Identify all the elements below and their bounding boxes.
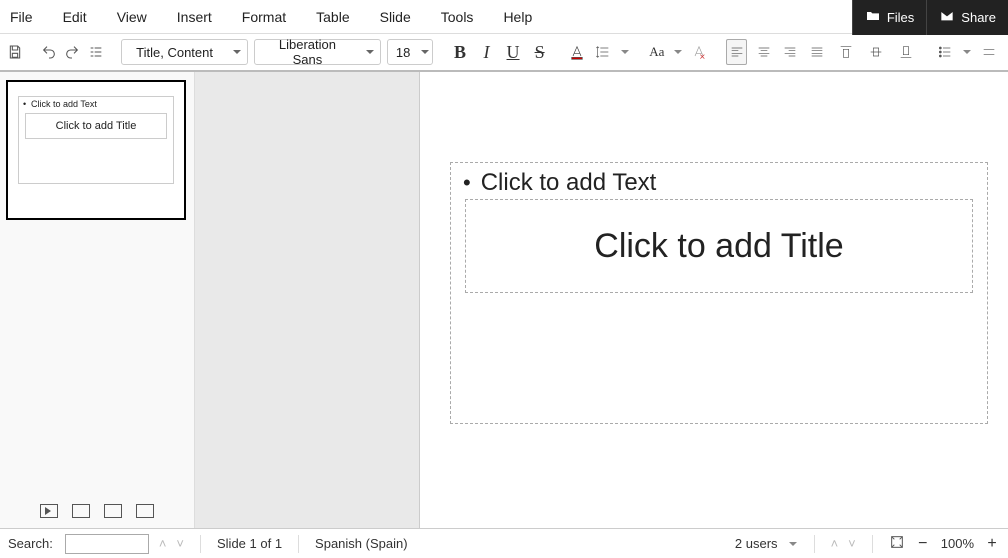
- font-name-label: Liberation Sans: [255, 37, 360, 67]
- thumbnail-content-box: • Click to add Text Click to add Title: [18, 96, 174, 184]
- chevron-down-icon[interactable]: [788, 539, 798, 549]
- menu-view[interactable]: View: [117, 9, 147, 25]
- status-separator: [298, 535, 299, 553]
- outline-view-icon[interactable]: [72, 504, 90, 518]
- toolbar-overflow-button[interactable]: [976, 39, 1002, 65]
- undo-icon[interactable]: [40, 41, 57, 63]
- status-separator: [872, 535, 873, 553]
- chevron-down-icon[interactable]: [673, 47, 683, 57]
- ruler-gutter: [195, 72, 420, 528]
- text-placeholder[interactable]: Click to add Text: [463, 169, 656, 197]
- menu-tools[interactable]: Tools: [441, 9, 474, 25]
- menu-file[interactable]: File: [10, 9, 33, 25]
- search-prev-icon[interactable]: ˄: [159, 536, 167, 551]
- chevron-down-icon: [360, 47, 380, 57]
- thumbnail-title-placeholder: Click to add Title: [25, 113, 167, 139]
- zoom-level-label[interactable]: 100%: [941, 536, 974, 551]
- toolbar-separator: [925, 40, 926, 64]
- share-button[interactable]: Share: [926, 0, 1008, 35]
- align-justify-button[interactable]: [807, 39, 828, 65]
- toolbar-separator: [558, 40, 559, 64]
- menu-edit[interactable]: Edit: [63, 9, 87, 25]
- search-next-icon[interactable]: ˅: [176, 536, 184, 551]
- save-icon[interactable]: [6, 41, 23, 63]
- prev-slide-icon[interactable]: ˄: [831, 536, 839, 551]
- zoom-out-button[interactable]: −: [915, 535, 931, 553]
- fit-page-icon[interactable]: [889, 534, 905, 553]
- toolbar-separator: [441, 40, 442, 64]
- slide-panel: • Click to add Text Click to add Title: [0, 72, 195, 528]
- font-name-combo[interactable]: Liberation Sans: [254, 39, 381, 65]
- menu-format[interactable]: Format: [242, 9, 286, 25]
- font-size-combo[interactable]: 18: [387, 39, 433, 65]
- chevron-down-icon: [227, 47, 247, 57]
- bold-button[interactable]: B: [450, 39, 471, 65]
- text-case-button[interactable]: Aa: [647, 39, 668, 65]
- font-color-button[interactable]: [567, 39, 588, 65]
- envelope-icon: [939, 8, 955, 27]
- toolbar-separator: [112, 40, 113, 64]
- zoom-in-button[interactable]: +: [984, 535, 1000, 553]
- language-label[interactable]: Spanish (Spain): [315, 536, 408, 551]
- vertical-align-bottom-button[interactable]: [893, 39, 919, 65]
- toolbar-separator: [31, 40, 32, 64]
- toolbar-separator: [638, 40, 639, 64]
- main-area: • Click to add Text Click to add Title C…: [0, 72, 1008, 528]
- chevron-down-icon[interactable]: [962, 47, 972, 57]
- search-label: Search:: [8, 536, 53, 551]
- status-separator: [200, 535, 201, 553]
- files-button[interactable]: Files: [852, 0, 926, 35]
- bullet-icon: •: [23, 99, 26, 109]
- slide-thumbnail-1[interactable]: • Click to add Text Click to add Title: [6, 80, 186, 220]
- layout-combo[interactable]: Title, Content: [121, 39, 248, 65]
- notes-view-icon[interactable]: [136, 504, 154, 518]
- files-button-label: Files: [887, 10, 914, 25]
- toolbar-separator: [718, 40, 719, 64]
- vertical-align-top-button[interactable]: [833, 39, 859, 65]
- font-size-label: 18: [388, 45, 418, 60]
- toolbar: Title, Content Liberation Sans 18 B I U …: [0, 34, 1008, 72]
- strikethrough-button[interactable]: S: [529, 39, 550, 65]
- slide-canvas[interactable]: Click to add Text Click to add Title: [420, 72, 1008, 528]
- slide-count-label: Slide 1 of 1: [217, 536, 282, 551]
- users-label[interactable]: 2 users: [735, 536, 778, 551]
- redo-icon[interactable]: [64, 41, 81, 63]
- title-placeholder[interactable]: Click to add Title: [465, 199, 973, 293]
- align-left-button[interactable]: [726, 39, 747, 65]
- status-bar: Search: ˄ ˅ Slide 1 of 1 Spanish (Spain)…: [0, 528, 1008, 558]
- align-right-button[interactable]: [780, 39, 801, 65]
- chevron-down-icon: [418, 47, 432, 57]
- next-slide-icon[interactable]: ˅: [848, 536, 856, 551]
- vertical-align-middle-button[interactable]: [863, 39, 889, 65]
- clear-formatting-button[interactable]: [689, 39, 710, 65]
- align-center-button[interactable]: [753, 39, 774, 65]
- share-button-label: Share: [961, 10, 996, 25]
- layout-combo-label: Title, Content: [122, 45, 227, 60]
- status-right: 2 users ˄ ˅ − 100% +: [735, 534, 1000, 553]
- folder-icon: [865, 8, 881, 27]
- panel-view-switcher: [0, 504, 194, 518]
- italic-button[interactable]: I: [476, 39, 497, 65]
- menu-bar: File Edit View Insert Format Table Slide…: [0, 0, 1008, 34]
- line-spacing-button[interactable]: [593, 39, 614, 65]
- chevron-down-icon[interactable]: [620, 47, 630, 57]
- underline-button[interactable]: U: [503, 39, 524, 65]
- content-placeholder-frame[interactable]: Click to add Text Click to add Title: [450, 162, 988, 424]
- menu-table[interactable]: Table: [316, 9, 349, 25]
- status-separator: [814, 535, 815, 553]
- slide-sorter-view-icon[interactable]: [104, 504, 122, 518]
- menu-help[interactable]: Help: [503, 9, 532, 25]
- bullet-list-button[interactable]: [932, 39, 958, 65]
- search-input[interactable]: [65, 534, 149, 554]
- top-right-buttons: Files Share: [852, 0, 1008, 35]
- menu-slide[interactable]: Slide: [380, 9, 411, 25]
- outline-icon[interactable]: [87, 41, 104, 63]
- normal-view-icon[interactable]: [40, 504, 58, 518]
- thumbnail-text-placeholder: Click to add Text: [31, 99, 97, 109]
- menu-insert[interactable]: Insert: [177, 9, 212, 25]
